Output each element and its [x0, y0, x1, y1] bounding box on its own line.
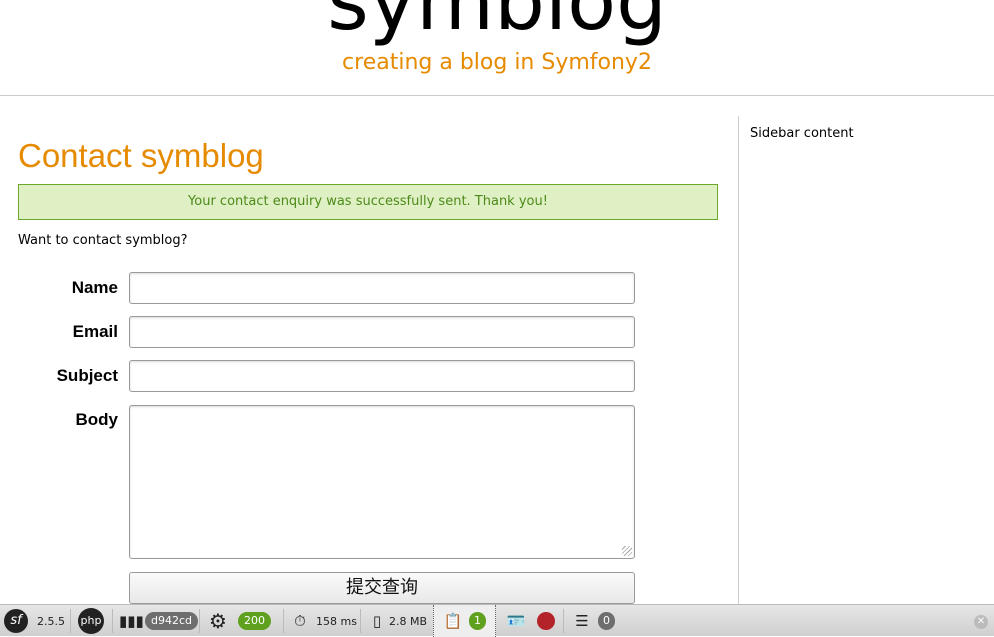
memory-usage: 2.8 MB — [389, 614, 428, 628]
success-notice: Your contact enquiry was successfully se… — [18, 184, 718, 220]
resize-grip-icon[interactable] — [622, 546, 632, 556]
error-badge — [537, 612, 555, 630]
clipboard-icon: 📋 — [443, 612, 463, 630]
symfony-version-panel[interactable]: sf 2.5.5 — [4, 605, 65, 637]
subject-label: Subject — [56, 366, 118, 385]
request-time: 158 ms — [316, 614, 357, 628]
logs-count-badge: 1 — [469, 612, 486, 630]
php-panel[interactable]: php — [78, 605, 104, 637]
page-title: Contact symblog — [18, 137, 264, 174]
subject-field[interactable] — [129, 360, 635, 392]
stopwatch-icon: ⏱ — [294, 612, 306, 630]
name-field[interactable] — [129, 272, 635, 304]
symfony-logo-icon: sf — [4, 609, 28, 633]
security-panel[interactable]: 🪪 — [505, 605, 555, 637]
config-panel[interactable]: ⚙ 200 — [207, 605, 271, 637]
toolbar-divider — [70, 609, 71, 633]
close-toolbar-icon[interactable]: ✕ — [974, 615, 988, 629]
database-icon: ☰ — [575, 612, 589, 630]
request-icon: ▮▮▮ — [119, 612, 144, 630]
name-label: Name — [71, 278, 118, 297]
email-field[interactable] — [129, 316, 635, 348]
symfony-version: 2.5.5 — [37, 614, 65, 628]
site-tagline: creating a blog in Symfony2 — [342, 50, 652, 75]
status-code-badge: 200 — [238, 612, 271, 630]
submit-button[interactable]: 提交查询 — [129, 572, 635, 604]
timer-panel[interactable]: ⏱ 158 ms — [289, 605, 357, 637]
body-label: Body — [75, 410, 119, 429]
toolbar-divider — [112, 609, 113, 633]
sidebar: Sidebar content — [738, 116, 994, 604]
intro-text: Want to contact symblog? — [18, 233, 188, 248]
request-panel[interactable]: ▮▮▮ d942cd — [119, 605, 199, 637]
gear-icon: ⚙ — [209, 609, 227, 633]
database-panel[interactable]: ☰ 0 — [571, 605, 615, 637]
logs-panel[interactable]: 📋 1 — [433, 605, 496, 637]
site-logo[interactable]: symblog — [0, 0, 994, 42]
body-textarea[interactable] — [129, 405, 635, 559]
memory-panel[interactable]: ▯ 2.8 MB — [366, 605, 427, 637]
sidebar-content: Sidebar content — [750, 126, 854, 141]
memory-icon: ▯ — [372, 612, 382, 630]
logs-panel-inner: 📋 1 — [442, 605, 486, 637]
debug-toolbar: sf 2.5.5 php ▮▮▮ d942cd ⚙ 200 ⏱ 158 ms ▯… — [0, 604, 994, 637]
site-header: symblog creating a blog in Symfony2 — [0, 0, 994, 96]
user-card-icon: 🪪 — [506, 612, 526, 630]
php-logo-icon: php — [78, 608, 104, 634]
toolbar-divider — [199, 609, 200, 633]
request-token-badge: d942cd — [145, 612, 199, 630]
db-queries-badge: 0 — [598, 612, 615, 630]
toolbar-divider — [563, 609, 564, 633]
toolbar-divider — [360, 609, 361, 633]
toolbar-divider — [283, 609, 284, 633]
email-label: Email — [72, 322, 118, 341]
